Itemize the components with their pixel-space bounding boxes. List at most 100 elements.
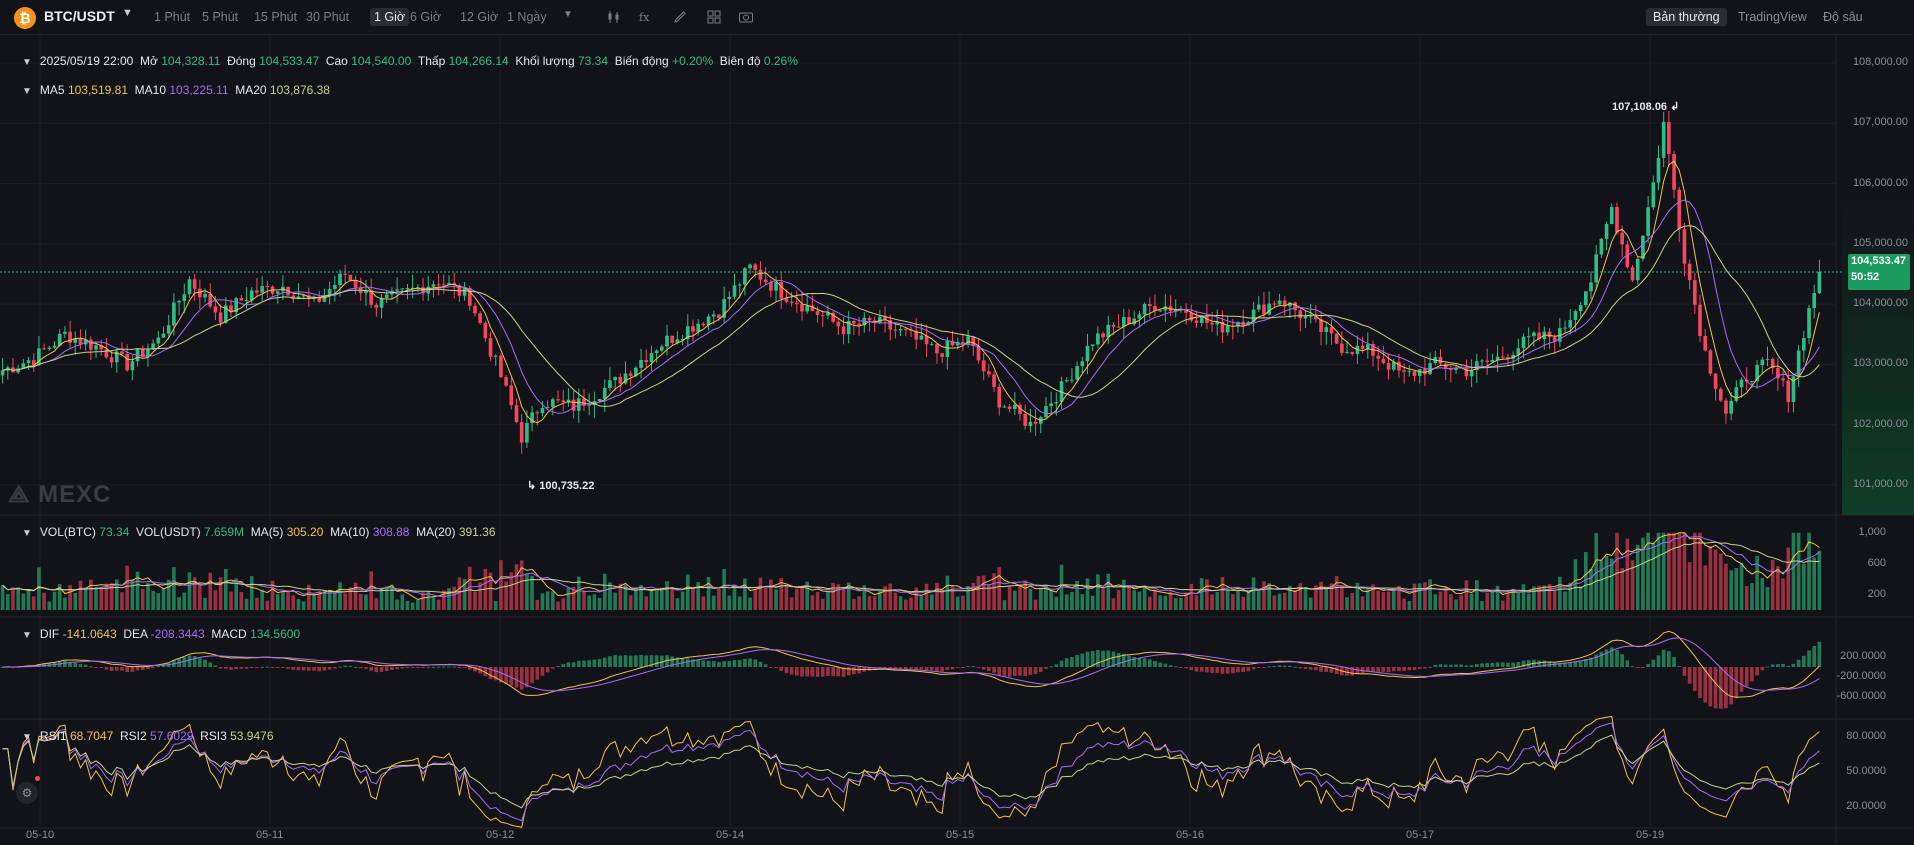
candle	[1054, 401, 1059, 404]
interval-tab[interactable]: 5 Phút	[198, 8, 242, 26]
macd-bar	[914, 667, 919, 670]
candle	[1599, 238, 1604, 255]
macd-bar	[151, 667, 155, 668]
chevron-down-icon[interactable]: ▼	[122, 7, 133, 19]
interval-tab[interactable]: 30 Phút	[302, 8, 353, 26]
macd-bar	[89, 666, 93, 668]
macd-bar	[218, 667, 223, 669]
collapse-chevron-icon[interactable]: ▼	[22, 86, 32, 97]
volume-bar	[841, 587, 846, 610]
volume-bar	[1532, 586, 1536, 610]
collapse-chevron-icon[interactable]: ▼	[22, 57, 32, 68]
candle	[177, 300, 181, 303]
candle	[1324, 327, 1329, 333]
interval-tab[interactable]: 1 Ngày	[503, 8, 551, 26]
macd-bar	[1324, 667, 1329, 673]
candle	[462, 287, 467, 296]
interval-tab[interactable]: 15 Phút	[250, 8, 301, 26]
camera-icon[interactable]	[738, 9, 754, 25]
chart-canvas[interactable]	[0, 35, 1914, 845]
candle	[929, 344, 934, 346]
volume-bar	[831, 583, 835, 610]
candle	[789, 301, 794, 303]
view-tab[interactable]: Bản thường	[1646, 8, 1727, 26]
candle	[338, 273, 342, 285]
candle	[691, 326, 695, 332]
macd-bar	[104, 667, 109, 670]
volume-bar	[379, 587, 384, 610]
volume-bar	[260, 589, 264, 610]
candle	[587, 404, 591, 406]
candle	[1101, 333, 1105, 338]
candle	[78, 338, 83, 345]
rsi-tick: 50.0000	[1846, 765, 1886, 777]
interval-tab[interactable]: 1 Phút	[150, 8, 194, 26]
volume-bar	[1381, 592, 1386, 610]
macd-bar	[1184, 667, 1188, 669]
settings-fab-icon[interactable]: ⚙	[16, 782, 38, 804]
candle	[488, 338, 493, 357]
candle	[249, 290, 254, 301]
view-tab[interactable]: Độ sâu	[1816, 8, 1870, 26]
symbol-selector[interactable]: BTC/USDT	[44, 8, 115, 24]
ohlc-volume: 73.34	[577, 54, 609, 68]
macd-bar	[1698, 667, 1702, 698]
candle	[239, 298, 244, 301]
collapse-chevron-icon[interactable]: ▼	[22, 528, 32, 539]
candle	[961, 341, 965, 344]
interval-tab[interactable]: 1 Giờ	[370, 8, 410, 26]
collapse-chevron-icon[interactable]: ▼	[22, 630, 32, 641]
macd-bar	[961, 667, 965, 668]
volume-bar	[717, 588, 721, 610]
interval-more-icon[interactable]: ▼	[563, 9, 573, 20]
volume-bar	[929, 594, 934, 610]
volume-bar	[1251, 577, 1256, 610]
volume-bar	[815, 591, 820, 610]
volume-bar	[1724, 563, 1728, 610]
candle-type-icon[interactable]	[606, 9, 622, 25]
candle	[1023, 414, 1028, 427]
candle	[26, 360, 31, 364]
candle	[987, 371, 991, 375]
indicator-icon[interactable]: fx	[638, 9, 654, 25]
collapse-chevron-icon[interactable]: ▼	[22, 732, 32, 743]
volume-bar	[1054, 596, 1059, 610]
candle	[1532, 332, 1536, 337]
rsi-tick: 20.0000	[1846, 800, 1886, 812]
volume-bar	[1096, 574, 1100, 610]
macd-bar	[296, 667, 301, 671]
volume-bar	[177, 597, 181, 610]
macd-bar	[431, 666, 436, 668]
macd-bar	[239, 667, 244, 669]
draw-icon[interactable]	[672, 9, 688, 25]
volume-bar	[909, 597, 913, 610]
macd-bar	[1101, 650, 1105, 667]
interval-tab[interactable]: 12 Giờ	[456, 8, 502, 26]
macd-bar	[628, 655, 633, 667]
volume-bar	[291, 595, 296, 610]
macd-bar	[618, 655, 623, 667]
candle	[1044, 406, 1048, 418]
macd-bar	[1137, 658, 1142, 667]
macd-bar	[1028, 667, 1033, 676]
macd-bar	[364, 667, 368, 669]
candle	[784, 298, 789, 302]
interval-tab[interactable]: 6 Giờ	[406, 8, 445, 26]
macd-bar	[1500, 662, 1505, 667]
volume-bar	[1583, 552, 1588, 610]
candle	[1698, 304, 1702, 336]
volume-bar	[1303, 587, 1308, 610]
layout-icon[interactable]	[706, 9, 722, 25]
volume-bar	[1651, 543, 1656, 610]
macd-bar	[1272, 665, 1277, 667]
macd-bar	[1428, 666, 1432, 668]
macd-bar	[1220, 667, 1225, 674]
volume-bar	[706, 576, 711, 610]
macd-bar	[255, 667, 259, 668]
candle	[1500, 356, 1505, 358]
view-tab[interactable]: TradingView	[1731, 8, 1814, 26]
candle	[1402, 370, 1406, 372]
candle	[1661, 121, 1666, 158]
candle	[1469, 370, 1474, 377]
macd-bar	[852, 667, 856, 675]
